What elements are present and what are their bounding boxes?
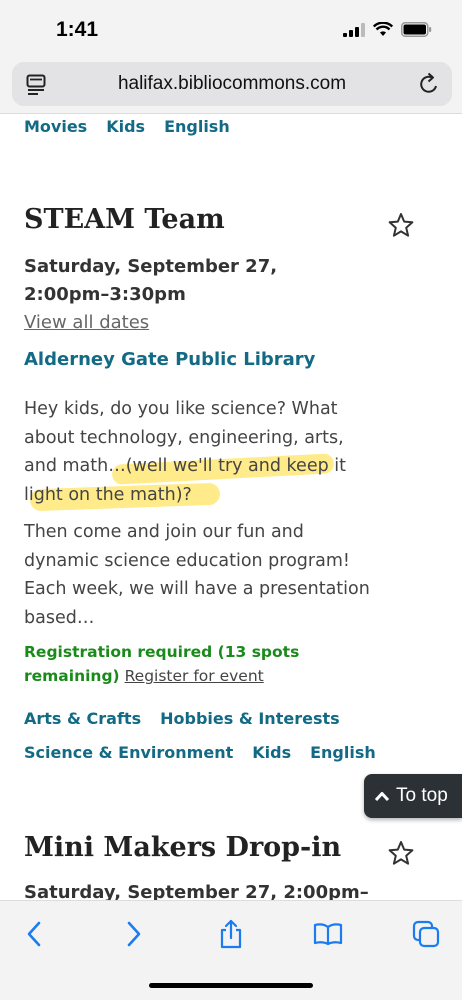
wifi-icon <box>373 22 393 36</box>
to-top-button[interactable]: To top <box>364 774 462 818</box>
top-tag-row: Movies Kids English <box>24 117 230 136</box>
tabs-icon <box>412 920 440 948</box>
tag-kids[interactable]: Kids <box>106 117 145 136</box>
share-icon <box>220 919 242 949</box>
event-location[interactable]: Alderney Gate Public Library <box>24 349 315 370</box>
tabs-button[interactable] <box>411 919 441 949</box>
chevron-right-icon <box>127 921 141 947</box>
status-bar: 1:41 <box>0 0 462 58</box>
reload-icon[interactable] <box>418 72 440 96</box>
to-top-label: To top <box>396 785 448 806</box>
share-button[interactable] <box>216 919 246 949</box>
battery-icon <box>401 22 432 37</box>
status-icons <box>343 22 432 37</box>
star-icon[interactable] <box>388 840 414 866</box>
event-tag-row-2: Science & Environment Kids English <box>24 743 376 762</box>
book-icon <box>313 923 343 946</box>
event-description-continued: Then come and join our fun and dynamic s… <box>24 522 370 628</box>
home-indicator <box>149 983 313 988</box>
tag-arts-crafts[interactable]: Arts & Crafts <box>24 709 141 728</box>
event-title[interactable]: Mini Makers Drop-in <box>24 832 341 863</box>
page-content: Movies Kids English STEAM Team Saturday,… <box>0 114 462 900</box>
registration-block: Registration required (13 spots remainin… <box>24 640 354 688</box>
event-description: Hey kids, do you like science? What abou… <box>24 399 346 505</box>
address-bar[interactable]: halifax.bibliocommons.com <box>12 62 452 106</box>
cellular-signal-icon <box>343 22 365 37</box>
back-button[interactable] <box>19 919 49 949</box>
bookmarks-button[interactable] <box>313 919 343 949</box>
star-icon[interactable] <box>388 212 414 238</box>
chevron-up-icon <box>374 792 390 802</box>
register-for-event-link[interactable]: Register for event <box>125 667 264 685</box>
event-title[interactable]: STEAM Team <box>24 204 225 235</box>
chevron-left-icon <box>27 921 41 947</box>
status-time: 1:41 <box>56 18 99 41</box>
browser-address-area: halifax.bibliocommons.com <box>0 58 462 114</box>
event-date: Saturday, September 27, 2:00pm–3:30pm <box>24 256 278 305</box>
tag-kids[interactable]: Kids <box>252 743 291 762</box>
tag-science-environment[interactable]: Science & Environment <box>24 743 233 762</box>
tag-movies[interactable]: Movies <box>24 117 87 136</box>
url-text[interactable]: halifax.bibliocommons.com <box>12 73 452 95</box>
tag-english[interactable]: English <box>164 117 230 136</box>
forward-button[interactable] <box>119 919 149 949</box>
view-all-dates-link[interactable]: View all dates <box>24 312 149 333</box>
tag-hobbies-interests[interactable]: Hobbies & Interests <box>160 709 340 728</box>
event-date: Saturday, September 27, 2:00pm– <box>24 882 369 900</box>
event-tag-row-1: Arts & Crafts Hobbies & Interests <box>24 709 340 728</box>
tag-english[interactable]: English <box>310 743 376 762</box>
